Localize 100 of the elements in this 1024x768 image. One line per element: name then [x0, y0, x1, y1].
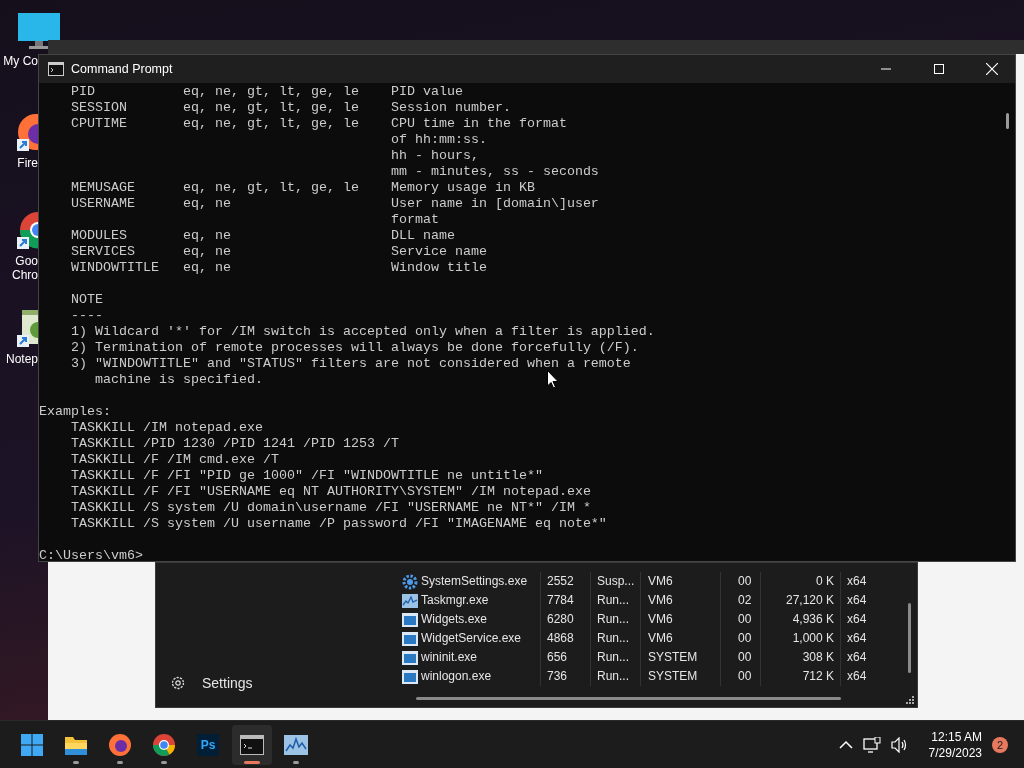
console-line: 2) Termination of remote processes will always be done forcefully (/F). — [70, 340, 639, 355]
close-icon — [986, 63, 998, 75]
windows-logo-icon — [20, 732, 44, 757]
console-line: USERNAME eq, ne User name in [domain\]user — [70, 196, 599, 211]
process-row[interactable]: Widgets.exe 6280 Run... VM6 00 4,936 K x64 — [400, 610, 891, 629]
console-line: TASKKILL /F /FI "USERNAME eq NT AUTHORITY\SYSTEM" /IM notepad.exe — [70, 484, 591, 499]
console-line: machine is specified. — [94, 372, 263, 387]
cpu-cell: 02 — [721, 591, 761, 610]
console-line: MODULES eq, ne DLL name — [70, 228, 455, 243]
resize-grip-icon[interactable] — [905, 695, 915, 705]
chevron-up-icon[interactable] — [838, 739, 853, 750]
console-line: C:\Users\vm6> — [39, 548, 143, 563]
memory-cell: 0 K — [761, 572, 841, 591]
user-cell: SYSTEM — [641, 667, 721, 686]
console-line: TASKKILL /S system /U domain\username /FI "USERNAME ne NT*" /IM * — [70, 500, 591, 515]
console-line: TASKKILL /S system /U username /P password /FI "IMAGENAME eq note*" — [70, 516, 607, 531]
pid-cell: 2552 — [541, 572, 591, 591]
console-line: SESSION eq, ne, gt, lt, ge, le Session number. — [70, 100, 511, 115]
memory-cell: 308 K — [761, 648, 841, 667]
chart-icon — [402, 593, 418, 608]
status-cell: Run... — [591, 629, 641, 648]
architecture-cell-text: x64 — [846, 573, 868, 590]
process-row[interactable]: wininit.exe 656 Run... SYSTEM 00 308 K x64 — [400, 648, 891, 667]
console-line: hh - hours, — [389, 148, 479, 163]
user-cell: VM6 — [641, 610, 721, 629]
process-name: Taskmgr.exe — [421, 592, 489, 609]
architecture-cell-text: x64 — [846, 630, 868, 647]
window-icon — [402, 612, 418, 627]
process-name: Widgets.exe — [421, 611, 488, 628]
console-line: TASKKILL /IM notepad.exe — [70, 420, 263, 435]
status-cell: Susp... — [591, 572, 641, 591]
status-cell: Run... — [591, 667, 641, 686]
terminal-icon — [48, 62, 64, 76]
user-cell: VM6 — [641, 629, 721, 648]
process-row[interactable]: SystemSettings.exe 2552 Susp... VM6 00 0 K x64 — [400, 572, 891, 591]
desktop-icon-label[interactable]: My Co — [0, 54, 38, 68]
mouse-pointer-icon — [547, 370, 559, 389]
pid-cell: 7784 — [541, 591, 591, 610]
window-title: Command Prompt — [71, 62, 173, 76]
clock[interactable]: 12:15 AM 7/29/2023 — [928, 728, 982, 761]
scrollbar-thumb[interactable] — [908, 603, 911, 673]
app-logo: Ps — [197, 733, 219, 756]
architecture-cell-text: x64 — [846, 649, 868, 666]
process-name: SystemSettings.exe — [421, 573, 528, 590]
memory-cell: 712 K — [761, 667, 841, 686]
architecture-cell-text: x64 — [846, 611, 868, 628]
console-line: SERVICES eq, ne Service name — [70, 244, 487, 259]
scrollbar-thumb[interactable] — [416, 697, 841, 700]
cpu-cell: 00 — [721, 610, 761, 629]
console-line: 3) "WINDOWTITLE" and "STATUS" filters are not considered when a remote — [70, 356, 631, 371]
gear-icon — [402, 573, 418, 590]
cpu-cell: 00 — [721, 572, 761, 591]
pid-cell: 656 — [541, 648, 591, 667]
console-line: CPUTIME eq, ne, gt, lt, ge, le CPU time in the format — [70, 116, 567, 131]
monitor-icon[interactable] — [17, 12, 61, 50]
clock-date: 7/29/2023 — [928, 744, 982, 761]
taskbar-app-button[interactable]: Ps — [188, 724, 228, 765]
settings-nav-item[interactable]: Settings — [156, 671, 400, 695]
console-line: mm - minutes, ss - seconds — [389, 164, 599, 179]
network-icon[interactable] — [862, 736, 881, 753]
console-line: Examples: — [39, 404, 111, 419]
chart-icon — [284, 734, 308, 755]
process-name: wininit.exe — [421, 649, 478, 666]
console-line: TASKKILL /F /FI "PID ge 1000" /FI "WINDOWTITLE ne untitle*" — [70, 468, 543, 483]
console-line: 1) Wildcard '*' for /IM switch is accepted only when a filter is applied. — [70, 324, 655, 339]
status-cell: Run... — [591, 591, 641, 610]
memory-cell: 1,000 K — [761, 629, 841, 648]
desktop-icon-label[interactable]: Notep — [0, 352, 38, 366]
console-line: of hh:mm:ss. — [389, 132, 487, 147]
pid-cell: 6280 — [541, 610, 591, 629]
scrollbar-thumb[interactable] — [1006, 113, 1009, 129]
settings-icon — [170, 675, 186, 691]
memory-cell: 4,936 K — [761, 610, 841, 629]
window-icon — [402, 631, 418, 646]
desktop-icon-label[interactable]: Fire — [0, 156, 38, 170]
process-row[interactable]: WidgetService.exe 4868 Run... VM6 00 1,000 K x64 — [400, 629, 891, 648]
console-line: TASKKILL /PID 1230 /PID 1241 /PID 1253 /T — [70, 436, 399, 451]
user-cell: VM6 — [641, 591, 721, 610]
console-line: TASKKILL /F /IM cmd.exe /T — [70, 452, 279, 467]
status-cell: Run... — [591, 648, 641, 667]
user-cell: SYSTEM — [641, 648, 721, 667]
memory-cell: 27,120 K — [761, 591, 841, 610]
architecture-cell-text: x64 — [846, 668, 868, 685]
process-row[interactable]: Taskmgr.exe 7784 Run... VM6 02 27,120 K x64 — [400, 591, 891, 610]
notification-badge[interactable]: 2 — [992, 736, 1008, 753]
window-icon — [402, 650, 418, 665]
console-line: ---- — [70, 308, 103, 323]
window-icon — [402, 669, 418, 684]
chrome-icon — [152, 732, 176, 757]
speaker-icon[interactable] — [890, 736, 909, 753]
process-row[interactable]: winlogon.exe 736 Run... SYSTEM 00 712 K x64 — [400, 667, 891, 686]
desktop-icon-label[interactable]: Goo Chro — [0, 254, 38, 282]
user-cell: VM6 — [641, 572, 721, 591]
terminal-icon — [240, 734, 264, 755]
maximize-icon — [934, 64, 944, 74]
taskbar-app-button[interactable] — [232, 724, 272, 765]
console-line: NOTE — [70, 292, 103, 307]
pid-cell: 736 — [541, 667, 591, 686]
console-line: WINDOWTITLE eq, ne Window title — [70, 260, 487, 275]
cpu-cell: 00 — [721, 667, 761, 686]
